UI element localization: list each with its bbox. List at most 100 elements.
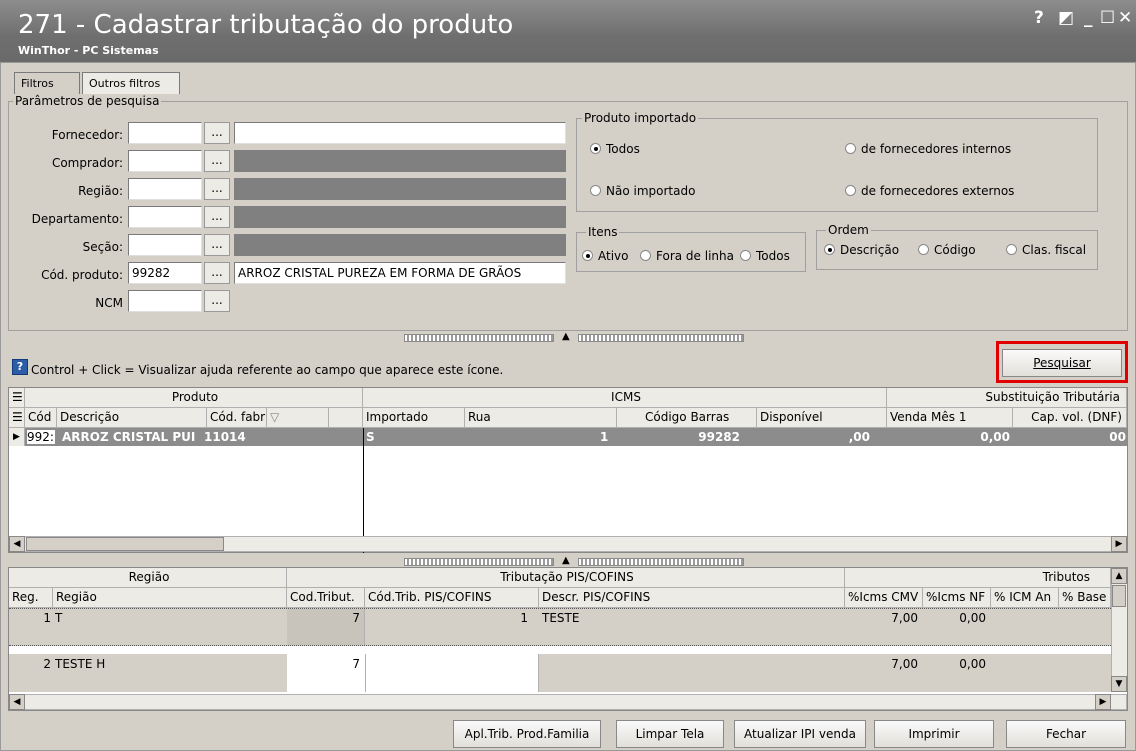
cell-cap-vol[interactable]: 00	[1100, 430, 1126, 444]
col-reg[interactable]: Reg.	[9, 588, 53, 608]
departamento-lookup-button[interactable]: ...	[204, 206, 230, 228]
cell-descricao[interactable]: ARROZ CRISTAL PUI	[62, 430, 202, 444]
cell-icms-cmv[interactable]: 7,00	[848, 657, 918, 671]
col-importado[interactable]: Importado	[363, 408, 465, 428]
limpar-tela-button[interactable]: Limpar Tela	[616, 720, 724, 748]
fornecedor-code-input[interactable]	[128, 122, 202, 144]
cod-produto-desc-input[interactable]: ARROZ CRISTAL PUREZA EM FORMA DE GRÃOS	[234, 262, 566, 284]
cell-cod[interactable]: 992:	[27, 430, 55, 444]
atualizar-ipi-venda-button[interactable]: Atualizar IPI venda	[734, 720, 866, 748]
cell-regiao[interactable]: T	[55, 611, 255, 625]
comprador-lookup-button[interactable]: ...	[204, 150, 230, 172]
tab-filtros[interactable]: Filtros	[14, 72, 80, 94]
radio-fora-de-linha[interactable]: Fora de linha	[640, 249, 734, 263]
cod-produto-lookup-button[interactable]: ...	[204, 262, 230, 284]
grid1-scroll-thumb[interactable]	[26, 537, 224, 551]
fechar-button[interactable]: Fechar	[1006, 720, 1126, 748]
cell-importado[interactable]: S	[366, 430, 396, 444]
col-icms-nf[interactable]: %Icms NF	[923, 588, 991, 608]
splitter-grip-right[interactable]	[578, 334, 744, 342]
grid-menu-icon[interactable]: ☰	[9, 408, 25, 428]
help-icon[interactable]: ?	[1034, 8, 1044, 28]
radio-codigo[interactable]: Código	[918, 243, 976, 257]
col-regiao[interactable]: Região	[53, 588, 287, 608]
minimize-icon[interactable]: _	[1084, 8, 1093, 28]
col-descr-pis[interactable]: Descr. PIS/COFINS	[539, 588, 845, 608]
col-cod-fabrica[interactable]: Cód. fabrica	[207, 408, 267, 428]
group-header-icms: ICMS	[363, 388, 887, 408]
collapse-up-icon[interactable]: ▲	[562, 331, 570, 342]
splitter-grip-right[interactable]	[578, 558, 744, 566]
radio-itens-todos[interactable]: Todos	[740, 249, 790, 263]
scroll-up-icon[interactable]: ▲	[1111, 568, 1127, 584]
radio-fornecedores-externos[interactable]: de fornecedores externos	[845, 184, 1014, 198]
scroll-left-icon[interactable]: ◀	[9, 694, 25, 710]
cell-disponivel[interactable]: ,00	[820, 430, 870, 444]
cell-regiao[interactable]: TESTE H	[55, 657, 255, 671]
col-cap-vol[interactable]: Cap. vol. (DNF)	[1013, 408, 1127, 428]
radio-nao-importado[interactable]: Não importado	[590, 184, 695, 198]
radio-todos[interactable]: Todos	[590, 142, 640, 156]
col-venda-mes[interactable]: Venda Mês 1	[887, 408, 1013, 428]
search-button[interactable]: Pesquisar	[1002, 349, 1122, 377]
ncm-lookup-button[interactable]: ...	[204, 290, 230, 312]
cell-venda-mes[interactable]: 0,00	[960, 430, 1010, 444]
maximize-icon[interactable]: ☐	[1100, 8, 1115, 28]
cell-icms-nf[interactable]: 0,00	[926, 611, 986, 625]
cell-codigo-barras[interactable]: 99282	[680, 430, 740, 444]
radio-fornecedores-internos[interactable]: de fornecedores internos	[845, 142, 1011, 156]
secao-lookup-button[interactable]: ...	[204, 234, 230, 256]
comprador-code-input[interactable]	[128, 150, 202, 172]
tab-outros-filtros[interactable]: Outros filtros	[82, 72, 180, 94]
scroll-right-icon[interactable]: ▶	[1095, 694, 1111, 710]
imprimir-button[interactable]: Imprimir	[874, 720, 994, 748]
col-descricao[interactable]: Descrição	[57, 408, 207, 428]
radio-clas-fiscal[interactable]: Clas. fiscal	[1006, 243, 1086, 257]
close-icon[interactable]: ✕	[1118, 8, 1132, 28]
grid-menu-icon[interactable]: ☰	[9, 388, 25, 408]
grid2-hscrollbar[interactable]	[9, 694, 1127, 710]
radio-descricao[interactable]: Descrição	[824, 243, 899, 257]
cell-cod-fabrica[interactable]: 11014	[204, 430, 264, 444]
ncm-input[interactable]	[128, 290, 202, 312]
cell-cod-tribut[interactable]: 7	[290, 657, 360, 671]
cell-descr-pis[interactable]: TESTE	[542, 611, 742, 625]
apl-trib-prod-familia-button[interactable]: Apl.Trib. Prod.Familia	[453, 720, 601, 748]
cell-reg[interactable]: 1	[12, 611, 51, 625]
departamento-code-input[interactable]	[128, 206, 202, 228]
col-icm-an[interactable]: % ICM An	[991, 588, 1059, 608]
fornecedor-desc-input[interactable]	[234, 122, 566, 144]
col-cod-trib-pis[interactable]: Cód.Trib. PIS/COFINS	[365, 588, 539, 608]
filter-icon[interactable]: ▽	[267, 408, 329, 428]
cell-reg[interactable]: 2	[12, 657, 51, 671]
secao-code-input[interactable]	[128, 234, 202, 256]
col-cod[interactable]: Cód	[25, 408, 57, 428]
splitter-grip-left[interactable]	[404, 334, 554, 342]
col-base[interactable]: % Base	[1059, 588, 1111, 608]
regiao-lookup-button[interactable]: ...	[204, 178, 230, 200]
restore-icon[interactable]: ◩	[1058, 8, 1074, 28]
col-rua[interactable]: Rua	[465, 408, 617, 428]
cell-icms-cmv[interactable]: 7,00	[848, 611, 918, 625]
grid2-vscroll-thumb[interactable]	[1112, 585, 1126, 607]
cell-rua[interactable]: 1	[600, 430, 630, 444]
cod-produto-input[interactable]: 99282	[128, 262, 202, 284]
cell-cod-tribut[interactable]: 7	[290, 611, 360, 625]
group-header-produto: Produto	[25, 388, 363, 408]
scroll-left-icon[interactable]: ◀	[9, 536, 25, 552]
col-disponivel[interactable]: Disponível	[757, 408, 887, 428]
col-codigo-barras[interactable]: Código Barras	[617, 408, 757, 428]
collapse-up-icon[interactable]: ▲	[562, 555, 570, 566]
col-icms-cmv[interactable]: %Icms CMV	[845, 588, 923, 608]
cell-cod-trib-pis[interactable]: 1	[368, 611, 528, 625]
radio-internos-label: de fornecedores internos	[861, 142, 1012, 156]
radio-icon	[845, 185, 856, 196]
fornecedor-lookup-button[interactable]: ...	[204, 122, 230, 144]
radio-ativo[interactable]: Ativo	[582, 249, 628, 263]
scroll-right-icon[interactable]: ▶	[1111, 536, 1127, 552]
regiao-code-input[interactable]	[128, 178, 202, 200]
scroll-down-icon[interactable]: ▼	[1111, 676, 1127, 692]
col-cod-tribut[interactable]: Cod.Tribut.	[287, 588, 365, 608]
cell-icms-nf[interactable]: 0,00	[926, 657, 986, 671]
splitter-grip-left[interactable]	[404, 558, 554, 566]
